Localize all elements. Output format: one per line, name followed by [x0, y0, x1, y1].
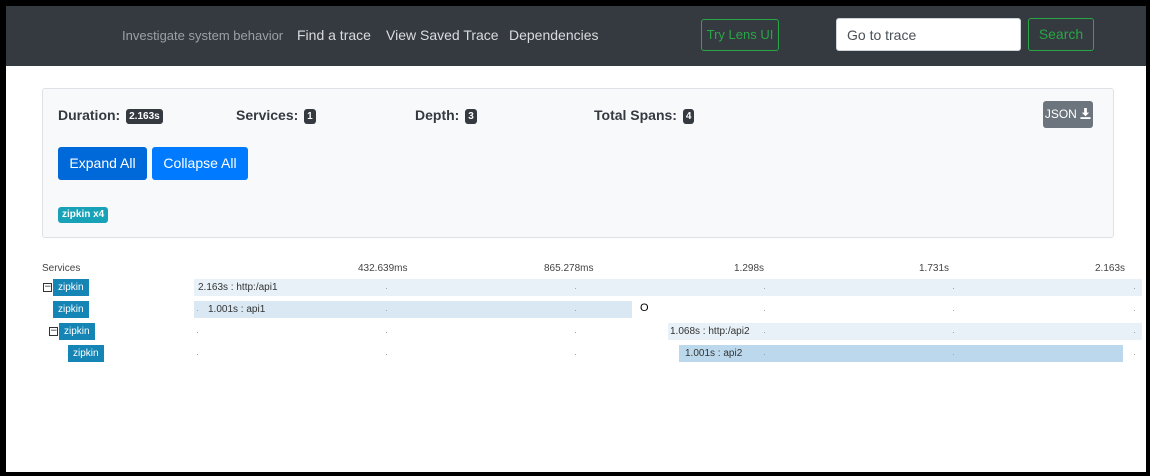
depth-stat: Depth: 3 [415, 107, 477, 124]
service-label[interactable]: zipkin [59, 323, 95, 340]
grid-dot: · [385, 349, 388, 359]
services-badge: 1 [304, 109, 316, 124]
try-lens-ui-button[interactable]: Try Lens UI [701, 19, 779, 51]
services-stat: Services: 1 [236, 107, 316, 124]
span-row-bar[interactable] [679, 345, 1123, 362]
timeline-services-header: Services [42, 263, 81, 274]
service-label[interactable]: zipkin [53, 279, 89, 296]
json-download-button[interactable]: JSON [1043, 101, 1093, 128]
expand-all-button[interactable]: Expand All [58, 147, 147, 180]
grid-dot: · [196, 327, 199, 337]
grid-dot: · [952, 327, 955, 337]
search-button[interactable]: Search [1028, 18, 1094, 51]
depth-badge: 3 [465, 109, 477, 124]
service-label[interactable]: zipkin [53, 301, 89, 318]
nav-view-saved-trace[interactable]: View Saved Trace [386, 27, 499, 43]
collapse-toggle-icon[interactable]: − [43, 283, 52, 292]
grid-dot: · [385, 305, 388, 315]
app-frame: Investigate system behavior Find a trace… [6, 6, 1146, 472]
grid-dot: · [574, 349, 577, 359]
span-label: 1.001s : api1 [208, 304, 266, 315]
duration-label: Duration: [58, 107, 121, 123]
duration-stat: Duration: 2.163s [58, 107, 163, 124]
nav-dependencies[interactable]: Dependencies [509, 27, 599, 43]
grid-dot: · [196, 305, 199, 315]
grid-dot: · [385, 327, 388, 337]
trace-summary-card: Duration: 2.163s Services: 1 Depth: 3 To… [42, 88, 1114, 238]
annotation-marker: O [640, 302, 649, 314]
span-row-bar[interactable] [194, 279, 1142, 296]
depth-label: Depth: [415, 107, 460, 123]
grid-dot: · [952, 283, 955, 293]
grid-dot: · [763, 283, 766, 293]
nav-find-trace[interactable]: Find a trace [297, 27, 371, 43]
navbar-tagline: Investigate system behavior [122, 28, 284, 43]
grid-dot: · [763, 349, 766, 359]
grid-dot: · [1133, 283, 1136, 293]
grid-dot: · [574, 327, 577, 337]
grid-dot: · [574, 305, 577, 315]
go-to-trace-input[interactable] [836, 18, 1021, 51]
json-label: JSON [1044, 107, 1077, 121]
tick-label: 432.639ms [358, 263, 408, 274]
grid-dot: · [1133, 327, 1136, 337]
grid-dot: · [1133, 349, 1136, 359]
span-label: 1.001s : api2 [685, 348, 743, 359]
tick-label: 865.278ms [544, 263, 594, 274]
duration-badge: 2.163s [126, 109, 163, 124]
grid-dot: · [1133, 305, 1136, 315]
grid-dot: · [385, 283, 388, 293]
grid-dot: · [763, 327, 766, 337]
tick-label: 2.163s [1095, 263, 1126, 274]
navbar: Investigate system behavior Find a trace… [6, 6, 1146, 66]
grid-dot: · [952, 349, 955, 359]
collapse-toggle-icon[interactable]: − [49, 327, 58, 336]
total-spans-stat: Total Spans: 4 [594, 107, 695, 124]
tick-label: 1.731s [919, 263, 950, 274]
grid-dot: · [952, 305, 955, 315]
tick-label: 1.298s [734, 263, 765, 274]
span-label: 2.163s : http:/api1 [198, 282, 278, 293]
service-label[interactable]: zipkin [68, 345, 104, 362]
services-label: Services: [236, 107, 299, 123]
service-filter-badge[interactable]: zipkin x4 [58, 207, 109, 223]
grid-dot: · [196, 349, 199, 359]
total-spans-label: Total Spans: [594, 107, 677, 123]
span-label: 1.068s : http:/api2 [670, 326, 750, 337]
download-icon [1080, 108, 1091, 119]
collapse-all-button[interactable]: Collapse All [152, 147, 248, 180]
grid-dot: · [574, 283, 577, 293]
grid-dot: · [763, 305, 766, 315]
total-spans-badge: 4 [682, 109, 695, 124]
